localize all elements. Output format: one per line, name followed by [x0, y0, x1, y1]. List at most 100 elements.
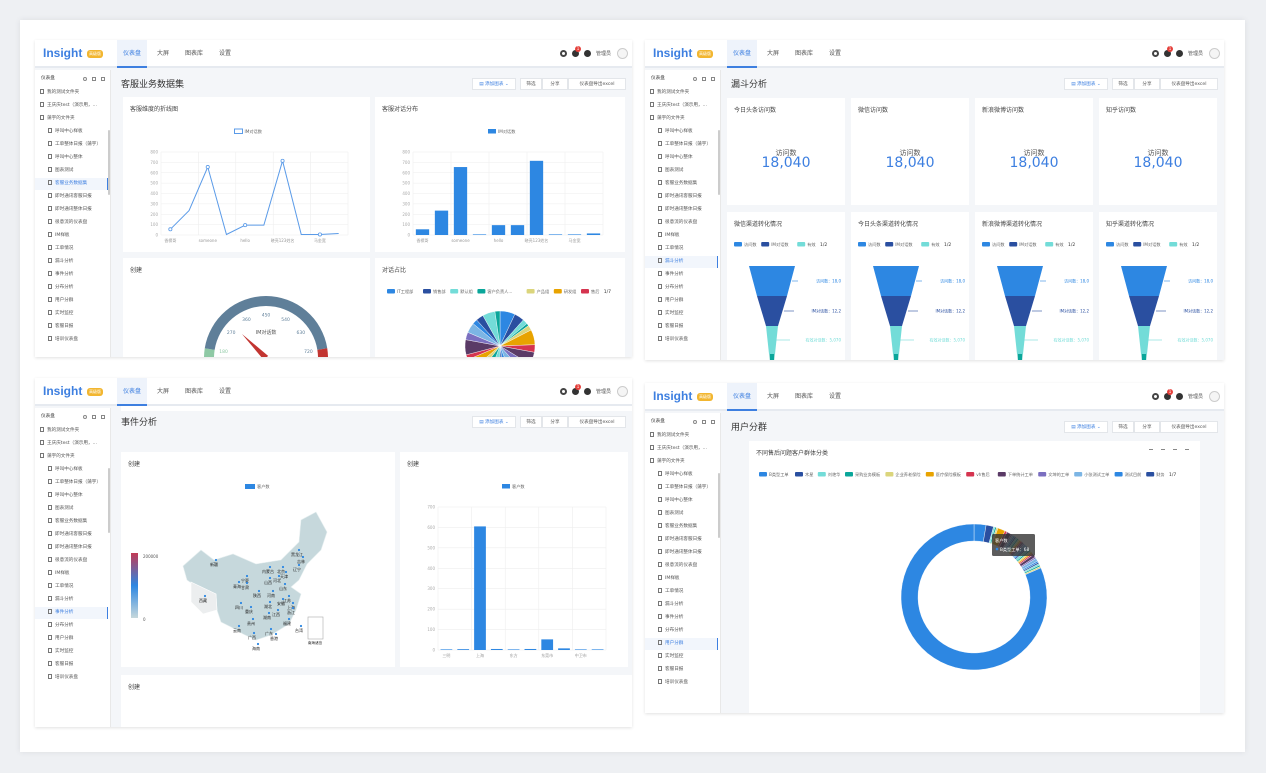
tab-dashboard[interactable]: 仪表盘 — [117, 40, 147, 68]
sidebar-folder[interactable]: 蒲宇的文件夹 — [645, 456, 718, 468]
logo[interactable]: Insight — [653, 46, 692, 60]
sidebar-item[interactable]: 呼叫中心样板 — [35, 126, 108, 138]
user-name[interactable]: 管理员 — [1188, 50, 1203, 57]
user-name[interactable]: 管理员 — [596, 388, 611, 395]
tab-settings[interactable]: 设置 — [210, 40, 240, 68]
search-icon[interactable] — [693, 420, 697, 424]
sidebar-item[interactable]: 呼叫中心整体 — [35, 152, 108, 164]
sidebar-item[interactable]: 用户分群 — [35, 633, 108, 645]
sidebar-item[interactable]: 工单情况 — [645, 586, 718, 598]
tab-big-screen[interactable]: 大屏 — [148, 378, 178, 406]
gear-icon[interactable] — [560, 388, 567, 395]
help-icon[interactable] — [584, 388, 591, 395]
sidebar-item[interactable]: 即时通讯客服日报 — [645, 534, 718, 546]
more-icon[interactable] — [711, 77, 715, 81]
add-chart-button[interactable]: ▤ 添加图表 ⌄ — [1064, 421, 1108, 433]
help-icon[interactable] — [1176, 50, 1183, 57]
export-excel-button[interactable]: 仪表盘导出excel — [568, 416, 626, 428]
sidebar-folder[interactable]: 王庆庆test（演示用，... — [35, 100, 108, 112]
tab-big-screen[interactable]: 大屏 — [148, 40, 178, 68]
tab-settings[interactable]: 设置 — [210, 378, 240, 406]
sidebar-item[interactable]: 即时通讯客服日报 — [35, 529, 108, 541]
sidebar-item[interactable]: 很意流的仪表盘 — [645, 217, 718, 229]
sidebar-item[interactable]: 很意流的仪表盘 — [35, 555, 108, 567]
tab-dashboard[interactable]: 仪表盘 — [117, 378, 147, 406]
sidebar-item[interactable]: 即时通讯整体日报 — [645, 547, 718, 559]
sidebar-item[interactable]: 分布分析 — [35, 282, 108, 294]
sidebar-item[interactable]: 呼叫中心样板 — [35, 464, 108, 476]
gear-icon[interactable] — [1152, 393, 1159, 400]
logo[interactable]: Insight — [43, 384, 82, 398]
add-chart-button[interactable]: ▤ 添加图表 ⌄ — [1064, 78, 1108, 90]
sidebar-item[interactable]: 工单整体日报（蒲宇） — [35, 477, 108, 489]
tab-big-screen[interactable]: 大屏 — [758, 40, 788, 68]
sidebar-item[interactable]: 图表测试 — [35, 503, 108, 515]
sidebar-item[interactable]: 客服日报 — [645, 664, 718, 676]
sidebar-item[interactable]: 工单情况 — [35, 581, 108, 593]
search-icon[interactable] — [83, 77, 87, 81]
sidebar-item[interactable]: 客服日报 — [645, 321, 718, 333]
export-excel-button[interactable]: 仪表盘导出excel — [568, 78, 626, 90]
sidebar-folder[interactable]: 我的测试文件夹 — [645, 87, 718, 99]
help-icon[interactable] — [1176, 393, 1183, 400]
sidebar-item[interactable]: 很意流的仪表盘 — [645, 560, 718, 572]
more-icon[interactable] — [101, 415, 105, 419]
add-chart-button[interactable]: ▤ 添加图表 ⌄ — [472, 78, 516, 90]
sidebar-item[interactable]: 培训仪表盘 — [35, 672, 108, 684]
tab-settings[interactable]: 设置 — [820, 40, 850, 68]
sidebar-item[interactable]: 漏斗分析 — [35, 594, 108, 606]
sidebar-folder[interactable]: 王庆庆test（演示用，... — [645, 100, 718, 112]
sidebar-item[interactable]: 事件分析 — [645, 269, 718, 281]
tab-chart-library[interactable]: 图表库 — [789, 40, 819, 68]
sidebar-item[interactable]: 图表测试 — [35, 165, 108, 177]
sidebar-item[interactable]: 即时通讯整体日报 — [645, 204, 718, 216]
sidebar-item[interactable]: 即时通讯客服日报 — [645, 191, 718, 203]
sidebar-item[interactable]: 用户分群 — [645, 295, 718, 307]
sidebar-item[interactable]: 呼叫中心样板 — [645, 126, 718, 138]
sidebar-item[interactable]: 呼叫中心整体 — [645, 495, 718, 507]
tab-chart-library[interactable]: 图表库 — [179, 40, 209, 68]
sidebar-item[interactable]: 分布分析 — [645, 282, 718, 294]
share-button[interactable]: 分享 — [1134, 421, 1160, 433]
sidebar-item[interactable]: 事件分析 — [645, 612, 718, 624]
export-excel-button[interactable]: 仪表盘导出excel — [1160, 78, 1218, 90]
sidebar-item[interactable]: 工单整体日报（蒲宇） — [645, 482, 718, 494]
sidebar-item[interactable]: 培训仪表盘 — [645, 677, 718, 689]
share-button[interactable]: 分享 — [542, 78, 568, 90]
sidebar-folder[interactable]: 我的测试文件夹 — [35, 87, 108, 99]
sidebar-item[interactable]: 实时监控 — [35, 308, 108, 320]
sidebar-item[interactable]: 分布分析 — [645, 625, 718, 637]
gear-icon[interactable] — [1152, 50, 1159, 57]
sidebar-item[interactable]: 工单整体日报（蒲宇） — [645, 139, 718, 151]
sidebar-item[interactable]: 客服业务数据集 — [35, 516, 108, 528]
sidebar-item[interactable]: 客服业务数据集 — [645, 521, 718, 533]
sidebar-item[interactable]: 呼叫中心整体 — [35, 490, 108, 502]
sidebar-item[interactable]: 即时通讯整体日报 — [35, 204, 108, 216]
export-excel-button[interactable]: 仪表盘导出excel — [1160, 421, 1218, 433]
sidebar-folder[interactable]: 蒲宇的文件夹 — [35, 451, 108, 463]
sidebar-folder[interactable]: 王庆庆test（演示用，... — [35, 438, 108, 450]
sidebar-item[interactable]: 实时监控 — [645, 651, 718, 663]
user-name[interactable]: 管理员 — [596, 50, 611, 57]
logo[interactable]: Insight — [43, 46, 82, 60]
sidebar-item[interactable]: IM样板 — [645, 230, 718, 242]
help-icon[interactable] — [584, 50, 591, 57]
add-chart-button[interactable]: ▤ 添加图表 ⌄ — [472, 416, 516, 428]
avatar[interactable] — [617, 386, 628, 397]
sidebar-item[interactable]: 客服日报 — [35, 659, 108, 671]
gear-icon[interactable] — [560, 50, 567, 57]
more-icon[interactable] — [101, 77, 105, 81]
sidebar-item[interactable]: 图表测试 — [645, 508, 718, 520]
sidebar-folder[interactable]: 我的测试文件夹 — [645, 430, 718, 442]
sidebar-folder[interactable]: 我的测试文件夹 — [35, 425, 108, 437]
sidebar-item[interactable]: 实时监控 — [645, 308, 718, 320]
sidebar-item[interactable]: 呼叫中心样板 — [645, 469, 718, 481]
tab-dashboard[interactable]: 仪表盘 — [727, 383, 757, 411]
filter-button[interactable]: 筛选 — [1112, 78, 1134, 90]
sidebar-item[interactable]: 漏斗分析 — [35, 256, 108, 268]
sidebar-item[interactable]: 很意流的仪表盘 — [35, 217, 108, 229]
sidebar-item[interactable]: 呼叫中心整体 — [645, 152, 718, 164]
filter-button[interactable]: 筛选 — [520, 78, 542, 90]
sidebar-item[interactable]: 用户分群 — [645, 638, 718, 650]
filter-button[interactable]: 筛选 — [1112, 421, 1134, 433]
